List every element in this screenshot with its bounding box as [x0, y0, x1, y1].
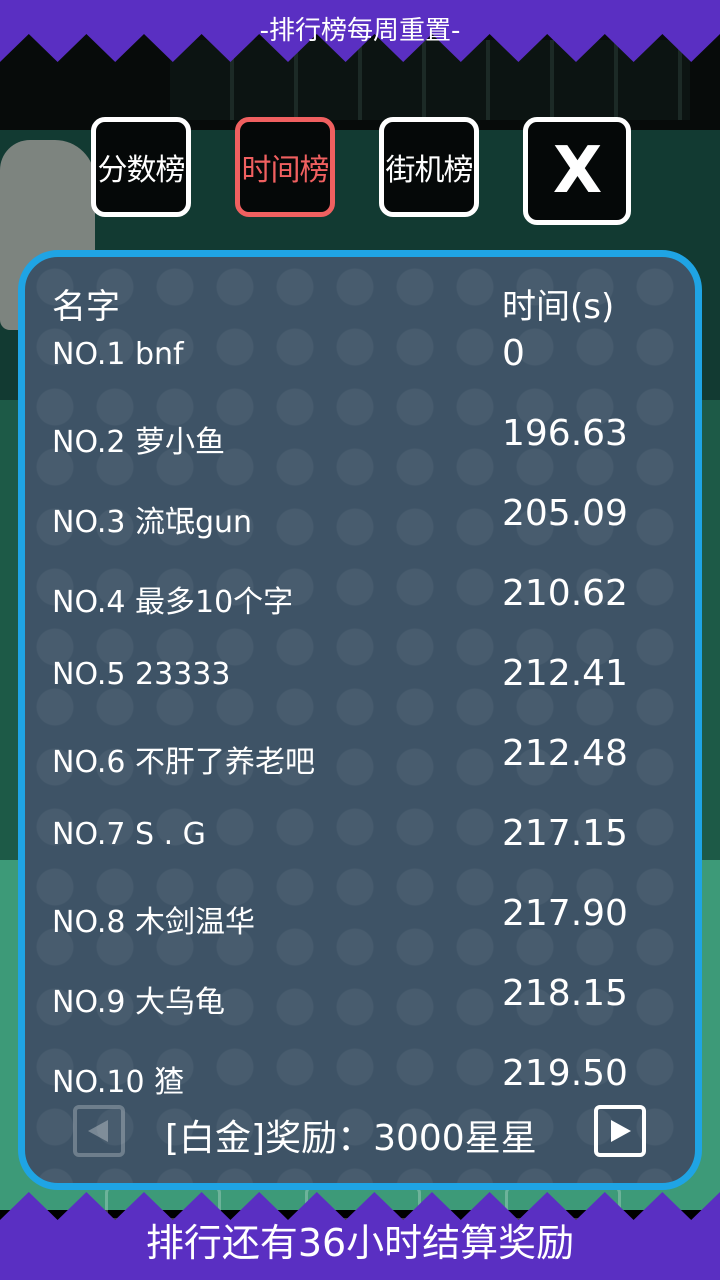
- top-banner-text: -排行榜每周重置-: [259, 16, 461, 46]
- table-row-name: NO.4 最多10个字: [52, 585, 294, 620]
- table-row-name: NO.9 大乌龟: [52, 985, 225, 1020]
- table-row-name: NO.6 不肝了养老吧: [52, 745, 315, 780]
- tab-time-board[interactable]: 时间榜: [235, 117, 335, 217]
- bottom-banner-text: 排行还有36小时结算奖励: [145, 1221, 575, 1265]
- arrow-right-icon: [611, 1120, 631, 1142]
- table-row-name: NO.7 S . G: [52, 817, 206, 852]
- tab-score-board[interactable]: 分数榜: [91, 117, 191, 217]
- table-row-name: NO.3 流氓gun: [52, 505, 253, 540]
- table-row-name: NO.10 猹: [52, 1065, 185, 1100]
- table-row-name: NO.1 bnf: [52, 337, 184, 372]
- bg-stairs: [170, 40, 690, 120]
- table-row-time: 196.63: [502, 413, 628, 454]
- table-row-name: NO.5 23333: [52, 657, 231, 692]
- close-icon: X: [552, 134, 602, 208]
- table-row-time: 212.41: [502, 653, 628, 694]
- table-row-name: NO.8 木剑温华: [52, 905, 255, 940]
- close-button[interactable]: X: [523, 117, 631, 225]
- leaderboard-panel: 名字 时间(s) NO.1 bnf 0 NO.2 萝小鱼 196.63 NO.3…: [18, 250, 702, 1190]
- table-row-time: 218.15: [502, 973, 628, 1014]
- table-row-time: 0: [502, 333, 525, 374]
- reward-text: [白金]奖励：3000星星: [165, 1118, 537, 1159]
- table-row-time: 210.62: [502, 573, 628, 614]
- table-row-time: 219.50: [502, 1053, 628, 1094]
- tab-arcade-board[interactable]: 街机榜: [379, 117, 479, 217]
- next-page-button[interactable]: [594, 1105, 646, 1157]
- column-header-name: 名字: [52, 287, 120, 327]
- table-row-time: 217.15: [502, 813, 628, 854]
- arrow-left-icon: [88, 1120, 108, 1142]
- table-row-time: 205.09: [502, 493, 628, 534]
- prev-page-button[interactable]: [73, 1105, 125, 1157]
- table-row-time: 212.48: [502, 733, 628, 774]
- column-header-time: 时间(s): [502, 287, 615, 327]
- table-row-name: NO.2 萝小鱼: [52, 425, 225, 460]
- table-row-time: 217.90: [502, 893, 628, 934]
